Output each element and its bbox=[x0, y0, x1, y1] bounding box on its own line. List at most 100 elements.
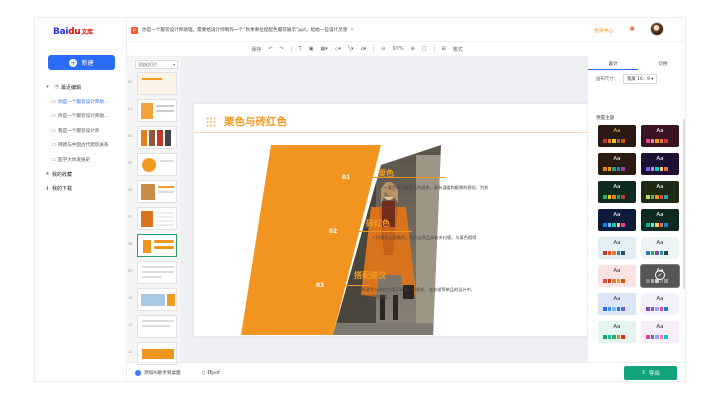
undo-icon[interactable]: ↶ bbox=[268, 46, 272, 52]
slide-number: 10 bbox=[128, 296, 133, 300]
more-tool-icon[interactable]: ⌂▾ bbox=[361, 46, 367, 52]
slide-thumbnail[interactable] bbox=[137, 315, 177, 338]
theme-option[interactable]: Aa bbox=[598, 237, 636, 259]
zoom-in-icon[interactable]: ⊕ bbox=[411, 46, 415, 52]
color-swatch bbox=[621, 335, 625, 339]
mascot-icon[interactable]: ❀ bbox=[627, 25, 637, 34]
avatar[interactable] bbox=[650, 22, 664, 36]
slide-thumbnail[interactable] bbox=[137, 72, 177, 95]
theme-option[interactable]: Aa bbox=[641, 153, 679, 175]
add-ai-assistant-link[interactable]: 添加AI助手到桌面 bbox=[135, 370, 181, 376]
text-tool-icon[interactable]: T bbox=[299, 46, 302, 52]
theme-preview-text: Aa bbox=[613, 184, 621, 190]
theme-preview-text: Aa bbox=[613, 296, 621, 302]
theme-option[interactable]: Aa bbox=[598, 153, 636, 175]
sidebar-item-downloads[interactable]: ⬇ 我的下载 bbox=[43, 182, 123, 197]
point-title[interactable]: 砖红色 bbox=[366, 218, 390, 229]
format-painter-icon[interactable]: ⊞ bbox=[442, 46, 446, 52]
slide-canvas[interactable]: 栗色与砖红色 01 栗色 • 栗色象征着秋天的颜色，具有温暖和酿厚的感觉，为秋 … bbox=[182, 57, 606, 362]
slide-page[interactable]: 栗色与砖红色 01 栗色 • 栗色象征着秋天的颜色，具有温暖和酿厚的感觉，为秋 … bbox=[194, 104, 606, 336]
color-swatch bbox=[650, 307, 654, 311]
theme-preview-text: Aa bbox=[613, 240, 621, 246]
table-tool-icon[interactable]: ▦▾ bbox=[320, 46, 327, 52]
scrollbar[interactable] bbox=[683, 119, 685, 289]
theme-swatches bbox=[603, 167, 625, 171]
point-title[interactable]: 栗色 bbox=[378, 168, 394, 179]
pencil-icon[interactable]: ✎ bbox=[350, 28, 354, 33]
theme-preview-text: Aa bbox=[613, 212, 621, 218]
point-title[interactable]: 搭配建议 bbox=[354, 270, 386, 281]
tab-switch[interactable]: 切换 bbox=[638, 60, 685, 70]
color-swatch bbox=[621, 167, 625, 171]
color-swatch bbox=[603, 139, 607, 143]
theme-option[interactable]: Aa bbox=[598, 125, 636, 147]
theme-option[interactable]: Aa bbox=[598, 293, 636, 315]
theme-option[interactable]: Aa bbox=[598, 321, 636, 343]
shape-tool-icon[interactable]: ◇▾ bbox=[335, 46, 341, 52]
format-label[interactable]: 格式 bbox=[453, 46, 463, 53]
chevron-down-icon: ▾ bbox=[173, 62, 175, 67]
theme-option[interactable]: Aa bbox=[641, 125, 679, 147]
color-swatch bbox=[659, 139, 663, 143]
divider bbox=[433, 46, 435, 52]
vip-center-link[interactable]: 会员中心 bbox=[594, 27, 613, 34]
theme-option[interactable]: Aa bbox=[641, 293, 679, 315]
slide-number: 08 bbox=[128, 242, 133, 246]
tab-design[interactable]: 设计 bbox=[588, 60, 638, 70]
convert-pdf-button[interactable]: ▯ 转pdf bbox=[202, 370, 220, 377]
slide-thumbnail[interactable] bbox=[137, 207, 177, 230]
slide-thumbnail[interactable] bbox=[137, 126, 177, 149]
fit-screen-icon[interactable]: □ bbox=[422, 46, 427, 52]
redo-icon[interactable]: ↷ bbox=[279, 46, 283, 52]
theme-option[interactable]: Aa bbox=[598, 209, 636, 231]
sidebar-item-favorites[interactable]: ★ 我的收藏 bbox=[43, 167, 123, 182]
theme-option[interactable]: Aa bbox=[641, 181, 679, 203]
color-swatch bbox=[621, 223, 625, 227]
new-button[interactable]: + 新建 bbox=[48, 55, 115, 70]
save-button[interactable]: 保存 bbox=[251, 46, 261, 53]
slide-thumbnail[interactable] bbox=[137, 180, 177, 203]
zoom-out-icon[interactable]: ⊖ bbox=[381, 46, 385, 52]
slide-thumbnail[interactable] bbox=[137, 153, 177, 176]
recent-item[interactable]: ▭ 佛教与中国古代建筑关系 bbox=[43, 138, 123, 153]
line-tool-icon[interactable]: ╲▾ bbox=[348, 46, 354, 52]
slide-thumbnails-panel: 添加幻灯片 ▾ 02 03 04 05 06 07 08 09 10 11 12 bbox=[127, 57, 182, 365]
document-icon: ▭ bbox=[51, 127, 56, 134]
baidu-wenku-logo[interactable]: Baidu文库 bbox=[53, 27, 93, 37]
slide-thumbnail[interactable] bbox=[137, 234, 177, 257]
panel-tabs: 设计 切换 bbox=[588, 60, 685, 70]
document-title[interactable]: 你是一个服装设计师助理，需要给设计师制作一个“秋季栗拉提配色服装展示”ppt，给… bbox=[142, 27, 354, 33]
slide-thumbnail[interactable] bbox=[137, 288, 177, 311]
theme-option[interactable]: Aa bbox=[641, 209, 679, 231]
slide-thumbnail[interactable] bbox=[137, 261, 177, 284]
image-tool-icon[interactable]: ▣ bbox=[309, 46, 314, 52]
add-slide-dropdown[interactable]: 添加幻灯片 ▾ bbox=[135, 60, 178, 69]
theme-option[interactable]: Aa bbox=[598, 181, 636, 203]
point-description[interactable]: • 代表泥土的颜色，色彩自然且具有乡村感，与栗色相得 bbox=[372, 234, 476, 241]
color-swatch bbox=[616, 279, 620, 283]
point-description[interactable]: • 将栗色与砖红色用于风衣、针织衫、连衣裙等单品的设计中， 季的自然与温暖。 bbox=[358, 286, 475, 300]
point-description[interactable]: • 栗色象征着秋天的颜色，具有温暖和酿厚的感觉，为秋 彩。 bbox=[384, 184, 488, 198]
theme-option[interactable]: Aa bbox=[598, 265, 636, 287]
canvas-size-select[interactable]: 宽屏 16 : 9 ▾ bbox=[622, 74, 658, 84]
recent-item[interactable]: ▭ 你是一个服装设计师助... bbox=[43, 95, 123, 110]
theme-option[interactable]: Aa ✓ bbox=[641, 265, 679, 287]
color-swatch bbox=[621, 139, 625, 143]
recent-item[interactable]: ▭ 医学大体发展史 bbox=[43, 153, 123, 168]
zoom-level[interactable]: 97% bbox=[392, 46, 403, 52]
theme-swatches bbox=[646, 251, 668, 255]
sidebar-item-recent[interactable]: ▾ ◔ 最近编辑 bbox=[43, 80, 123, 95]
color-swatch bbox=[659, 223, 663, 227]
number-badge: 01 bbox=[327, 171, 365, 183]
slide-thumbnail[interactable] bbox=[137, 99, 177, 122]
export-icon: ⇪ bbox=[641, 370, 646, 376]
color-swatch bbox=[607, 167, 611, 171]
export-button[interactable]: ⇪ 导出 bbox=[624, 366, 677, 380]
recent-item[interactable]: ▭ 你是一个服装设计师助... bbox=[43, 109, 123, 124]
slide-title[interactable]: 栗色与砖红色 bbox=[224, 114, 287, 129]
theme-option[interactable]: Aa bbox=[641, 237, 679, 259]
sidebar-nav: ▾ ◔ 最近编辑 ▭ 你是一个服装设计师助... ▭ 你是一个服装设计师助... ▭ 我是… bbox=[43, 80, 123, 196]
theme-option[interactable]: Aa bbox=[641, 321, 679, 343]
number-badge: 02 bbox=[314, 225, 352, 237]
recent-item[interactable]: ▭ 我是一个服装设计师 bbox=[43, 124, 123, 139]
